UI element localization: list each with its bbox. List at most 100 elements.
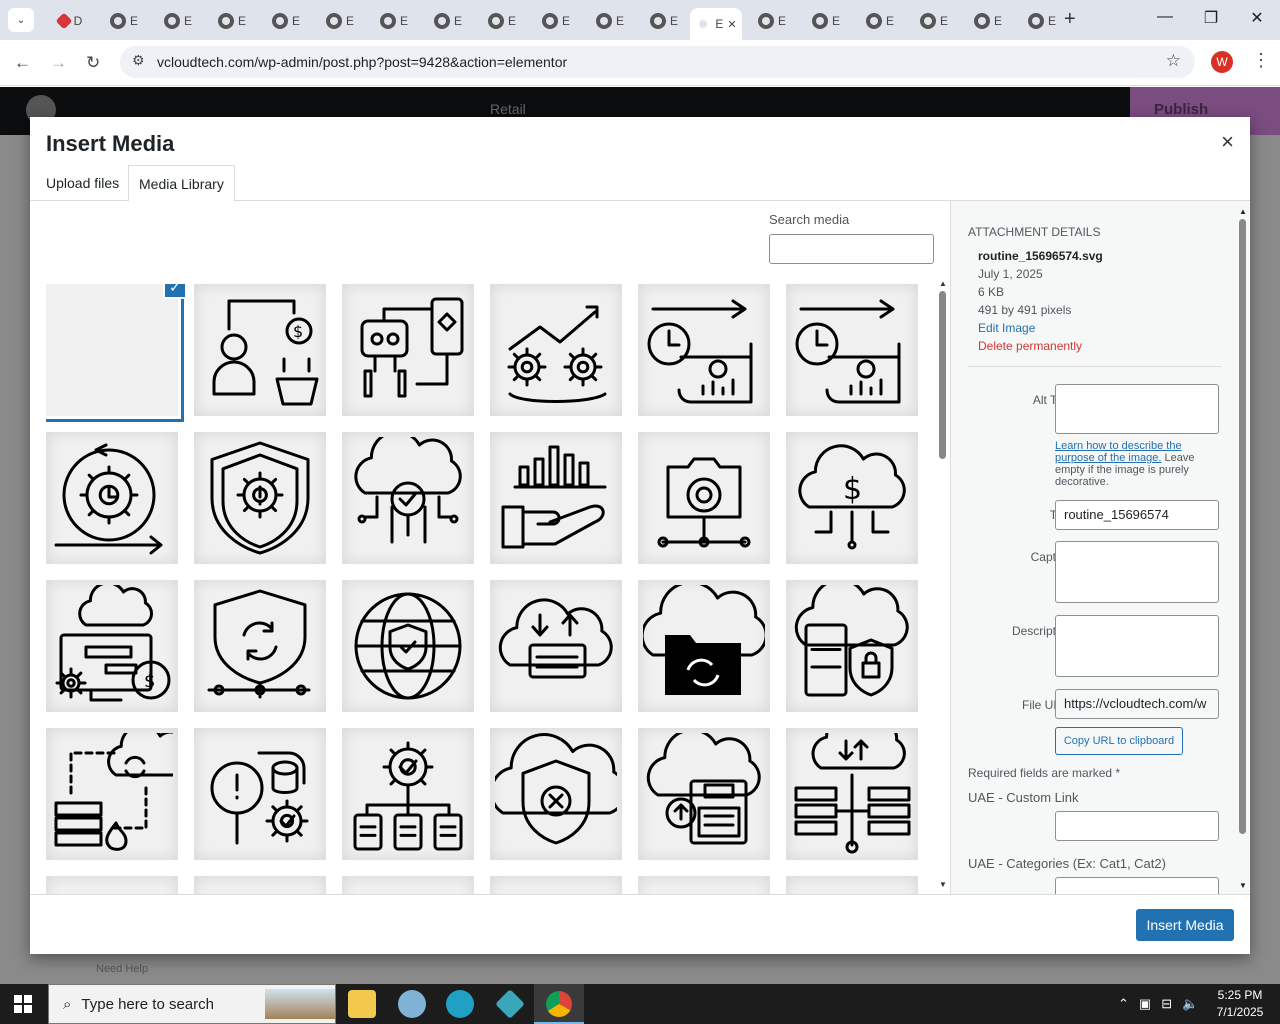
media-item[interactable] <box>786 284 918 416</box>
media-item[interactable] <box>46 432 178 564</box>
browser-menu-icon[interactable]: ⋮ <box>1252 50 1270 71</box>
media-item-partial[interactable] <box>786 876 918 894</box>
profile-avatar[interactable]: W <box>1211 51 1233 73</box>
close-window-icon[interactable]: ✕ <box>1242 8 1272 28</box>
forward-icon[interactable]: → <box>50 53 67 73</box>
media-item[interactable]: $ <box>194 284 326 416</box>
browser-tab[interactable]: E <box>476 8 528 34</box>
browser-tab[interactable]: E <box>746 8 798 34</box>
media-item[interactable] <box>638 728 770 860</box>
uae-custom-link-field[interactable] <box>1055 811 1219 841</box>
details-scroll-down-icon[interactable]: ▼ <box>1239 881 1247 890</box>
media-item[interactable] <box>638 432 770 564</box>
media-item[interactable] <box>786 728 918 860</box>
tab-active[interactable]: E ✕ <box>690 8 742 40</box>
media-item[interactable] <box>342 284 474 416</box>
media-item[interactable] <box>490 432 622 564</box>
browser-tab[interactable]: E <box>98 8 150 34</box>
browser-tab[interactable]: E <box>800 8 852 34</box>
browser-tab[interactable]: E <box>1016 8 1068 34</box>
url-text[interactable]: vcloudtech.com/wp-admin/post.php?post=94… <box>157 54 567 70</box>
site-info-icon[interactable]: ⚙ <box>132 52 145 69</box>
need-help-link[interactable]: Need Help <box>96 963 148 975</box>
reload-icon[interactable]: ↻ <box>86 53 100 73</box>
media-item[interactable] <box>342 580 474 712</box>
media-item[interactable] <box>786 580 918 712</box>
media-item-partial[interactable] <box>46 876 178 894</box>
media-item[interactable] <box>46 728 178 860</box>
back-icon[interactable]: ← <box>14 53 31 73</box>
scroll-down-icon[interactable]: ▼ <box>939 880 947 889</box>
paint-icon[interactable] <box>398 990 426 1018</box>
file-explorer-icon[interactable] <box>348 990 376 1018</box>
browser-tab[interactable]: E <box>206 8 258 34</box>
media-item-partial[interactable] <box>490 876 622 894</box>
search-media-input[interactable] <box>769 234 934 264</box>
notification-icon[interactable]: ▣ <box>1139 996 1151 1012</box>
browser-tab[interactable]: E <box>638 8 690 34</box>
details-scrollbar[interactable]: ▲ ▼ <box>1236 207 1250 890</box>
insert-media-button[interactable]: Insert Media <box>1136 909 1234 941</box>
taskbar-search[interactable]: ⌕ Type here to search <box>48 984 336 1024</box>
scrollbar-thumb[interactable] <box>939 291 946 459</box>
media-item-partial[interactable] <box>342 876 474 894</box>
file-url-field[interactable]: https://vcloudtech.com/w <box>1055 689 1219 719</box>
media-item-partial[interactable] <box>638 876 770 894</box>
bookmark-star-icon[interactable]: ☆ <box>1166 51 1181 71</box>
close-icon[interactable]: × <box>1221 129 1234 155</box>
delete-permanently-link[interactable]: Delete permanently <box>978 339 1082 353</box>
windows-start-icon[interactable] <box>14 995 32 1013</box>
uae-categories-field[interactable] <box>1055 877 1219 894</box>
media-item-partial[interactable] <box>194 876 326 894</box>
media-item[interactable] <box>342 432 474 564</box>
media-item[interactable] <box>638 580 770 712</box>
clock[interactable]: 5:25 PM 7/1/2025 <box>1214 987 1266 1021</box>
browser-tab[interactable]: E <box>908 8 960 34</box>
browser-tab[interactable]: E <box>584 8 636 34</box>
browser-tab[interactable]: E <box>422 8 474 34</box>
media-grid-scrollbar[interactable]: ▲ ▼ <box>936 279 950 889</box>
network-icon[interactable]: ⊟ <box>1161 996 1172 1012</box>
browser-tab[interactable]: D <box>44 8 96 34</box>
new-tab-button[interactable]: + <box>1064 8 1076 31</box>
media-item[interactable] <box>490 728 622 860</box>
tab-media-library[interactable]: Media Library <box>128 165 235 202</box>
details-scrollbar-thumb[interactable] <box>1239 219 1246 834</box>
media-item[interactable] <box>194 432 326 564</box>
description-field[interactable] <box>1055 615 1219 677</box>
media-item[interactable]: $ <box>46 580 178 712</box>
url-bar[interactable]: ⚙ vcloudtech.com/wp-admin/post.php?post=… <box>120 46 1195 78</box>
alt-text-field[interactable] <box>1055 384 1219 434</box>
volume-icon[interactable]: 🔈 <box>1182 996 1198 1012</box>
media-item-selected[interactable]: ✓ <box>46 284 187 416</box>
app-diamond-icon[interactable] <box>495 989 525 1019</box>
scroll-up-icon[interactable]: ▲ <box>939 279 947 288</box>
browser-tab[interactable]: E <box>314 8 366 34</box>
tab-search-button[interactable]: ⌄ <box>8 8 34 32</box>
tab-upload-files[interactable]: Upload files <box>36 165 129 201</box>
details-scroll-up-icon[interactable]: ▲ <box>1239 207 1247 216</box>
media-item[interactable] <box>194 728 326 860</box>
edge-icon[interactable] <box>446 990 474 1018</box>
minimize-icon[interactable]: — <box>1150 8 1180 26</box>
browser-tab[interactable]: E <box>530 8 582 34</box>
media-item[interactable]: $ <box>786 432 918 564</box>
media-item[interactable] <box>194 580 326 712</box>
tray-chevron-icon[interactable]: ⌃ <box>1118 996 1129 1012</box>
title-field[interactable]: routine_15696574 <box>1055 500 1219 530</box>
media-item[interactable] <box>490 580 622 712</box>
caption-field[interactable] <box>1055 541 1219 603</box>
browser-tab[interactable]: E <box>260 8 312 34</box>
chrome-taskbar-button[interactable] <box>534 984 584 1024</box>
restore-icon[interactable]: ❐ <box>1196 8 1226 28</box>
media-item[interactable] <box>638 284 770 416</box>
edit-image-link[interactable]: Edit Image <box>978 321 1035 335</box>
close-tab-icon[interactable]: ✕ <box>727 18 736 31</box>
media-item[interactable] <box>490 284 622 416</box>
browser-tab[interactable]: E <box>962 8 1014 34</box>
retail-dropdown[interactable]: Retail <box>490 101 526 117</box>
copy-url-button[interactable]: Copy URL to clipboard <box>1055 727 1183 755</box>
selected-check-icon[interactable]: ✓ <box>163 284 187 299</box>
browser-tab[interactable]: E <box>854 8 906 34</box>
browser-tab[interactable]: E <box>152 8 204 34</box>
